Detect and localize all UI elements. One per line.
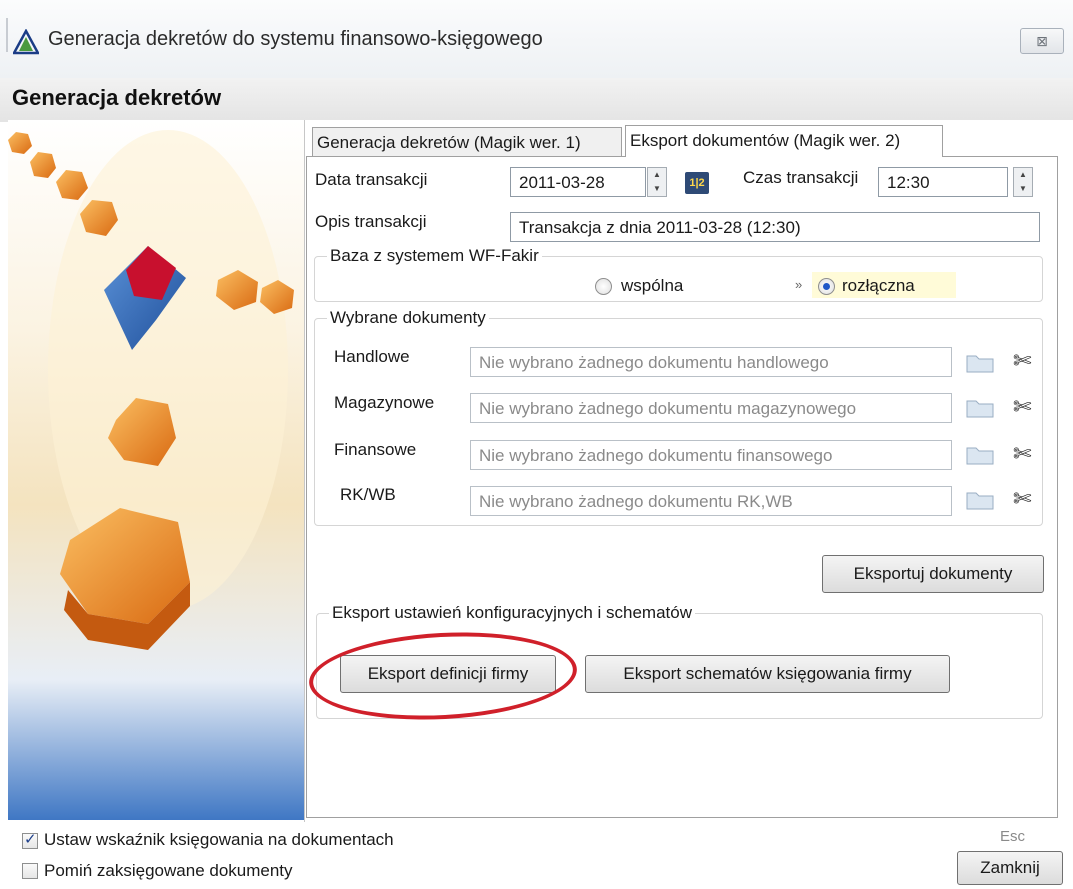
radio-separate[interactable] — [818, 278, 835, 295]
base-group-legend: Baza z systemem WF-Fakir — [330, 246, 539, 265]
export-documents-button[interactable]: Eksportuj dokumenty — [822, 555, 1044, 593]
hexagon-logo-graphic — [8, 130, 294, 650]
time-spinner[interactable]: ▲ ▼ — [1013, 167, 1033, 197]
doc-label-handlowe: Handlowe — [334, 347, 410, 366]
scissors-icon[interactable]: ✄ — [1013, 350, 1031, 372]
scissors-icon[interactable]: ✄ — [1013, 396, 1031, 418]
doc-label-rkwb: RK/WB — [340, 485, 396, 504]
doc-field-magazynowe[interactable]: Nie wybrano żadnego dokumentu magazynowe… — [470, 393, 952, 423]
date-label: Data transakcji — [315, 170, 428, 189]
doc-field-finansowe[interactable]: Nie wybrano żadnego dokumentu finansoweg… — [470, 440, 952, 470]
close-window-button[interactable]: ⊠ — [1020, 28, 1064, 54]
export-posting-schemes-button[interactable]: Eksport schematów księgowania firmy — [585, 655, 950, 693]
documents-group-legend: Wybrane dokumenty — [330, 308, 486, 327]
window-title: Generacja dekretów do systemu finansowo-… — [48, 28, 543, 50]
scissors-icon[interactable]: ✄ — [1013, 443, 1031, 465]
doc-label-finansowe: Finansowe — [334, 440, 417, 459]
folder-icon[interactable] — [966, 353, 994, 373]
folder-icon[interactable] — [966, 398, 994, 418]
esc-shortcut-hint: Esc — [1000, 828, 1026, 845]
tab-generacja-dekretow[interactable]: Generacja dekretów (Magik wer. 1) — [312, 127, 622, 157]
radio-shared-label[interactable]: wspólna — [621, 276, 683, 296]
doc-field-handlowe[interactable]: Nie wybrano żadnego dokumentu handlowego — [470, 347, 952, 377]
time-field[interactable]: 12:30 — [878, 167, 1008, 197]
close-button[interactable]: Zamknij — [957, 851, 1063, 885]
radio-separate-label[interactable]: rozłączna — [842, 276, 915, 296]
set-posting-flag-checkbox[interactable] — [22, 830, 38, 849]
time-label: Czas transakcji — [743, 168, 859, 187]
set-posting-flag-label[interactable]: Ustaw wskaźnik księgowania na dokumentac… — [44, 830, 394, 850]
doc-field-rkwb[interactable]: Nie wybrano żadnego dokumentu RK,WB — [470, 486, 952, 516]
skip-posted-checkbox[interactable] — [22, 863, 38, 879]
description-label: Opis transakcji — [315, 212, 427, 231]
config-export-legend: Eksport ustawień konfiguracyjnych i sche… — [332, 603, 692, 622]
radio-shared[interactable] — [595, 278, 612, 295]
folder-icon[interactable] — [966, 490, 994, 510]
description-field[interactable]: Transakcja z dnia 2011-03-28 (12:30) — [510, 212, 1040, 242]
decorative-side-panel — [8, 120, 304, 820]
doc-label-magazynowe: Magazynowe — [334, 393, 435, 412]
date-field[interactable]: 2011-03-28 — [510, 167, 646, 197]
calendar-icon[interactable]: 1|2 — [685, 172, 709, 194]
page-title: Generacja dekretów — [12, 85, 222, 110]
skip-posted-label[interactable]: Pomiń zaksięgowane dokumenty — [44, 861, 293, 881]
date-spinner[interactable]: ▲ ▼ — [647, 167, 667, 197]
folder-icon[interactable] — [966, 445, 994, 465]
selection-marker: » — [795, 277, 803, 292]
scissors-icon[interactable]: ✄ — [1013, 488, 1031, 510]
tab-eksport-dokumentow[interactable]: Eksport dokumentów (Magik wer. 2) — [625, 125, 943, 157]
window-edge — [6, 18, 8, 52]
warning-triangle-icon — [13, 29, 39, 55]
